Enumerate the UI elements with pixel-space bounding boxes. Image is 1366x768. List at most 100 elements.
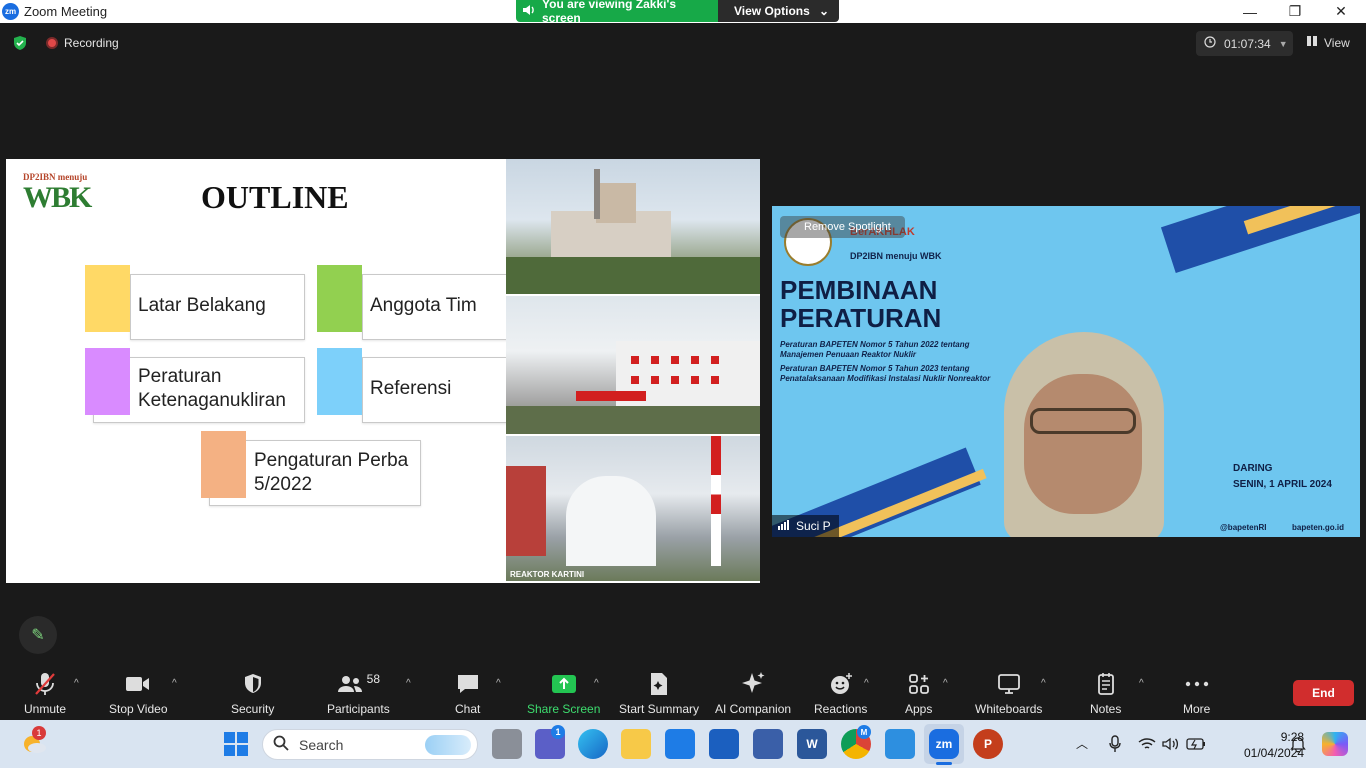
- timer-value: 01:07:34: [1224, 36, 1271, 51]
- apps-button[interactable]: Apps: [905, 670, 932, 716]
- mail-icon[interactable]: [665, 729, 695, 759]
- weather-widget-icon[interactable]: 1: [22, 726, 48, 756]
- restore-icon[interactable]: ❐: [1272, 0, 1318, 23]
- remove-spotlight-label: Remove Spotlight: [804, 221, 891, 233]
- remote-desktop-icon[interactable]: [753, 729, 783, 759]
- clock-icon: [1204, 36, 1216, 51]
- active-app-indicator: [936, 762, 952, 765]
- canopy-shape: [576, 391, 646, 401]
- apps-grid-icon: [908, 670, 930, 698]
- stop-video-button[interactable]: Stop Video: [109, 670, 168, 716]
- smiley-icon: [829, 670, 853, 698]
- chat-caret-icon[interactable]: ^: [496, 678, 501, 689]
- stack-shape: [711, 436, 721, 566]
- speaker-video[interactable]: BerAKHLAK DP2IBN menuju WBK PEMBINAAN PE…: [772, 206, 1360, 537]
- speaker-name: Suci P: [796, 519, 831, 533]
- defender-icon[interactable]: [709, 729, 739, 759]
- regulation-line: Penatalaksanaan Modifikasi Instalasi Nuk…: [780, 374, 991, 383]
- participants-label: Participants: [327, 702, 390, 716]
- teams-badge: 1: [551, 725, 565, 739]
- share-screen-button[interactable]: Share Screen: [527, 670, 600, 716]
- powerpoint-icon[interactable]: P: [973, 729, 1003, 759]
- viewing-text: You are viewing Zakki's screen: [542, 0, 677, 22]
- shared-screen-slide[interactable]: DP2IBN menuju WBK OUTLINE Latar Belakang…: [6, 159, 760, 583]
- close-icon[interactable]: ✕: [1318, 0, 1364, 23]
- windows-start-icon[interactable]: [224, 732, 248, 756]
- building-shape: [596, 183, 636, 223]
- speaker-face-shape: [1024, 374, 1142, 514]
- search-highlight-icon: [425, 734, 471, 755]
- search-icon: [273, 735, 289, 754]
- taskbar-search-box[interactable]: Search: [262, 729, 478, 760]
- view-button[interactable]: View: [1306, 35, 1350, 50]
- view-options-button[interactable]: View Options ⌄: [718, 0, 839, 22]
- annotate-pencil-icon[interactable]: ✎: [19, 616, 57, 654]
- more-button[interactable]: More: [1183, 670, 1210, 716]
- wifi-icon[interactable]: [1138, 737, 1156, 756]
- chrome-icon[interactable]: M: [841, 725, 871, 759]
- dome-building-shape: [566, 476, 656, 566]
- apps-label: Apps: [905, 702, 933, 716]
- copilot-icon[interactable]: [1322, 732, 1348, 756]
- recording-label[interactable]: Recording: [64, 36, 119, 50]
- video-camera-icon: [125, 670, 151, 698]
- end-meeting-button[interactable]: End: [1293, 680, 1354, 706]
- grid-view-icon: [1306, 35, 1318, 50]
- notes-caret-icon[interactable]: ^: [1139, 678, 1144, 689]
- start-summary-button[interactable]: Start Summary: [619, 670, 699, 716]
- slide-title: OUTLINE: [201, 179, 349, 215]
- muted-microphone-icon: [33, 670, 57, 698]
- chat-button[interactable]: Chat: [455, 670, 480, 716]
- apps-caret-icon[interactable]: ^: [943, 678, 948, 689]
- outline-item-swatch: [85, 348, 130, 415]
- outline-item-swatch: [317, 348, 362, 415]
- participants-caret-icon[interactable]: ^: [406, 678, 411, 689]
- building-shape: [506, 466, 546, 556]
- file-explorer-icon[interactable]: [621, 729, 651, 759]
- zoom-app-icon[interactable]: zm: [929, 729, 959, 759]
- battery-icon[interactable]: [1186, 737, 1206, 756]
- chat-label: Chat: [455, 702, 481, 716]
- teams-icon[interactable]: 1: [535, 725, 565, 759]
- audio-options-caret-icon[interactable]: ^: [74, 678, 79, 689]
- notes-button[interactable]: Notes: [1090, 670, 1121, 716]
- word-icon[interactable]: W: [797, 729, 827, 759]
- task-view-icon[interactable]: [492, 729, 522, 759]
- reactor-photo-1: [506, 159, 760, 296]
- reactions-caret-icon[interactable]: ^: [864, 678, 869, 689]
- org-line: DP2IBN menuju WBK: [850, 251, 942, 261]
- security-button[interactable]: Security: [231, 670, 274, 716]
- ai-companion-label: AI Companion: [715, 702, 792, 716]
- whiteboards-caret-icon[interactable]: ^: [1041, 678, 1046, 689]
- volume-icon[interactable]: [1162, 737, 1180, 756]
- edge-icon[interactable]: [578, 729, 608, 759]
- whiteboards-button[interactable]: Whiteboards: [975, 670, 1042, 716]
- reactor-photo-2: [506, 296, 760, 436]
- ai-companion-button[interactable]: AI Companion: [715, 670, 791, 716]
- outline-item-swatch: [317, 265, 362, 332]
- microphone-tray-icon[interactable]: [1108, 735, 1122, 758]
- recording-icon[interactable]: [46, 37, 58, 49]
- search-placeholder: Search: [299, 736, 344, 753]
- share-options-caret-icon[interactable]: ^: [594, 678, 599, 689]
- minimize-icon[interactable]: —: [1227, 0, 1273, 23]
- show-hidden-icons-icon[interactable]: ︿: [1076, 735, 1088, 752]
- outline-item-label: Latar Belakang: [138, 295, 266, 316]
- remove-spotlight-button[interactable]: Remove Spotlight: [780, 216, 905, 238]
- photo-caption: REAKTOR KARTINI: [510, 570, 585, 579]
- video-options-caret-icon[interactable]: ^: [172, 678, 177, 689]
- photos-app-icon[interactable]: [885, 729, 915, 759]
- more-dots-icon: [1185, 670, 1209, 698]
- window-title: Zoom Meeting: [24, 4, 108, 19]
- participants-button[interactable]: 58 Participants: [327, 670, 390, 716]
- encryption-shield-icon[interactable]: [12, 35, 28, 51]
- participants-count: 58: [366, 672, 381, 686]
- whiteboards-label: Whiteboards: [975, 702, 1043, 716]
- view-options-label: View Options: [734, 4, 810, 18]
- reactions-button[interactable]: Reactions: [814, 670, 867, 716]
- sparkle-icon: [740, 670, 766, 698]
- meeting-timer[interactable]: 01:07:34 ▼: [1196, 31, 1293, 56]
- website-label: bapeten.go.id: [1292, 523, 1344, 532]
- unmute-button[interactable]: Unmute: [24, 670, 66, 716]
- notification-bell-icon[interactable]: [1290, 735, 1306, 758]
